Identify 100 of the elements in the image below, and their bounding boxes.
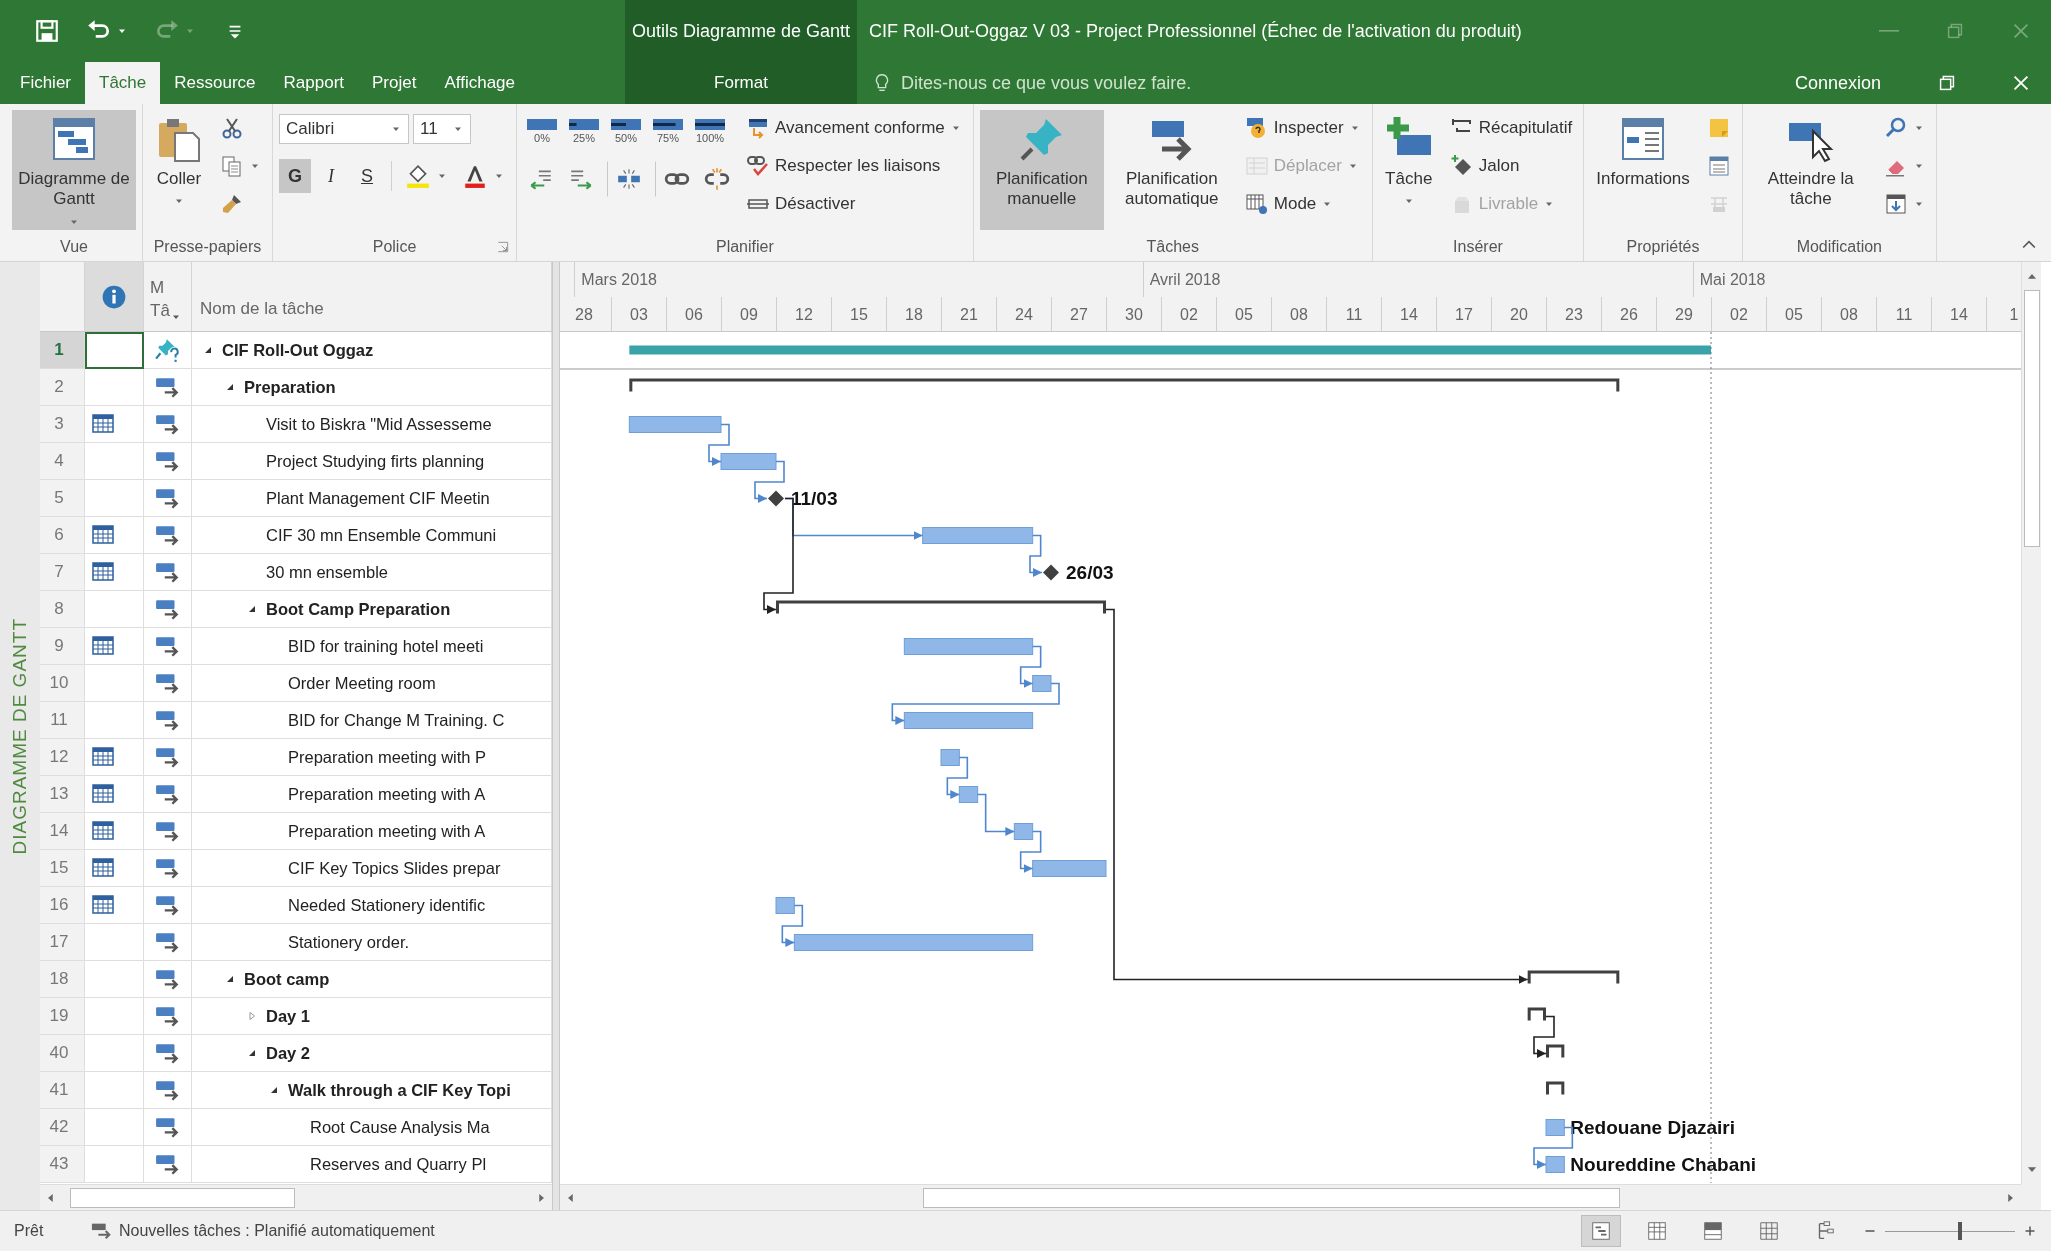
ribbon-button[interactable]: Atteindre la tâche	[1748, 110, 1873, 230]
fill-down-icon	[1883, 192, 1908, 216]
ribbon-button[interactable]: Jalon	[1444, 148, 1578, 184]
row-number[interactable]: 4	[40, 443, 85, 480]
row-number[interactable]: 15	[40, 850, 85, 887]
calendar-icon	[91, 560, 115, 584]
summary-bar[interactable]	[1527, 970, 1620, 984]
ribbon-button[interactable]: Planification automatique	[1109, 110, 1234, 230]
gantt-chart-icon	[50, 115, 98, 163]
ribbon-tab[interactable]: Rapport	[269, 62, 358, 104]
gantt-view-icon	[1590, 1220, 1612, 1242]
percent-complete-button[interactable]: 75%	[649, 114, 687, 147]
progress-bar-icon	[527, 117, 557, 131]
vertical-scrollbar[interactable]	[2021, 262, 2041, 1184]
ribbon-button[interactable]: Avancement conforme	[741, 110, 967, 146]
row-number[interactable]: 40	[40, 1035, 85, 1072]
row-number[interactable]: 5	[40, 480, 85, 517]
task-bar[interactable]	[940, 749, 960, 766]
row-number[interactable]: 41	[40, 1072, 85, 1109]
row-number[interactable]: 19	[40, 998, 85, 1035]
ribbon-button[interactable]: Coller	[149, 110, 209, 230]
column-header[interactable]: M Tâ	[144, 262, 192, 331]
ribbon-tab[interactable]: Affichage	[430, 62, 529, 104]
row-number[interactable]: 10	[40, 665, 85, 702]
font-style-button[interactable]: I	[315, 159, 347, 193]
task-name: Boot camp	[244, 969, 330, 989]
scrollbar-thumb[interactable]	[70, 1187, 295, 1208]
row-number[interactable]: 43	[40, 1146, 85, 1183]
task-bar[interactable]	[958, 786, 979, 803]
row-number[interactable]: 17	[40, 924, 85, 961]
summary-bar[interactable]	[776, 600, 1106, 614]
task-bar[interactable]	[1545, 1156, 1565, 1173]
row-number[interactable]: 6	[40, 517, 85, 554]
slider-thumb[interactable]	[1958, 1222, 1963, 1240]
row-number[interactable]: 9	[40, 628, 85, 665]
row-number[interactable]: 11	[40, 702, 85, 739]
horizontal-scrollbar[interactable]	[560, 1184, 2021, 1210]
ribbon-button[interactable]: Informations	[1590, 110, 1696, 230]
task-name: Preparation	[244, 377, 336, 397]
task-bar[interactable]	[775, 897, 795, 914]
summary-bar[interactable]	[1546, 1044, 1565, 1058]
font-name-field[interactable]: Calibri	[279, 114, 409, 144]
dependency-link	[976, 793, 1016, 836]
milestone-marker[interactable]	[1043, 564, 1059, 581]
row-number[interactable]: 12	[40, 739, 85, 776]
row-number[interactable]: 8	[40, 591, 85, 628]
ribbon-button[interactable]: Respecter les liaisons	[741, 148, 967, 184]
summary-bar[interactable]	[1546, 1081, 1565, 1095]
day-label: 03	[630, 305, 648, 324]
view-button[interactable]	[1581, 1215, 1621, 1247]
row-number[interactable]: 2	[40, 369, 85, 406]
tell-me-field[interactable]: Dites-nous ce que vous voulez faire.	[871, 72, 1787, 94]
horizontal-scrollbar[interactable]	[40, 1184, 552, 1210]
ribbon-button[interactable]: Inspecter	[1239, 110, 1366, 146]
ribbon-button[interactable]: Planification manuelle	[979, 110, 1104, 230]
font-style-button[interactable]: S	[351, 159, 383, 193]
new-tasks-mode-button[interactable]: Nouvelles tâches : Planifié automatiquement	[84, 1216, 442, 1246]
font-style-button[interactable]: G	[279, 159, 311, 193]
view-label: DIAGRAMME DE GANTT	[9, 617, 31, 855]
indicator-cell[interactable]	[85, 332, 144, 369]
row-number[interactable]: 42	[40, 1109, 85, 1146]
summary-bar[interactable]	[629, 378, 1620, 392]
percent-complete-button[interactable]: 0%	[523, 114, 561, 147]
scrollbar-thumb[interactable]	[2023, 290, 2040, 547]
ribbon-button[interactable]: Diagramme de Gantt	[12, 110, 136, 230]
ribbon-button[interactable]: Désactiver	[741, 186, 967, 222]
milestone-marker[interactable]	[768, 490, 784, 507]
row-number[interactable]: 1	[40, 332, 85, 369]
ribbon-tab[interactable]: Fichier	[6, 62, 85, 104]
row-number[interactable]: 7	[40, 554, 85, 591]
task-name: Reserves and Quarry Pl	[310, 1154, 487, 1174]
row-number[interactable]: 18	[40, 961, 85, 998]
ribbon-button[interactable]: Récapitulatif	[1444, 110, 1578, 146]
task-bar[interactable]	[720, 453, 777, 470]
sign-in-link[interactable]: Connexion	[1794, 72, 1881, 94]
percent-complete-button[interactable]: 50%	[607, 114, 645, 147]
task-bar[interactable]	[1032, 675, 1052, 692]
task-bar[interactable]	[1013, 823, 1034, 840]
task-bar[interactable]	[1545, 1119, 1565, 1136]
ribbon-tab[interactable]: Tâche	[85, 62, 161, 104]
row-number[interactable]: 13	[40, 776, 85, 813]
ribbon-tab[interactable]: Ressource	[160, 62, 270, 104]
summary-bar[interactable]	[1527, 1007, 1546, 1021]
row-number[interactable]: 16	[40, 887, 85, 924]
search-icon	[1883, 116, 1908, 140]
calendar-icon	[91, 856, 115, 880]
row-number[interactable]: 14	[40, 813, 85, 850]
day-label: 02	[1730, 305, 1748, 324]
progress-bar-icon	[695, 117, 725, 131]
ribbon-tab[interactable]: Projet	[358, 62, 431, 104]
split-icon	[616, 166, 642, 192]
ribbon-button[interactable]: Tâche	[1378, 110, 1439, 230]
row-number[interactable]: 3	[40, 406, 85, 443]
percent-complete-button[interactable]: 100%	[691, 114, 729, 147]
project-summary-bar[interactable]	[629, 345, 1711, 355]
team-view-icon	[1702, 1220, 1724, 1242]
scrollbar-thumb[interactable]	[923, 1187, 1620, 1208]
percent-complete-button[interactable]: 25%	[565, 114, 603, 147]
font-size-field[interactable]: 11	[413, 114, 471, 144]
ribbon-button[interactable]: Mode	[1239, 186, 1366, 222]
